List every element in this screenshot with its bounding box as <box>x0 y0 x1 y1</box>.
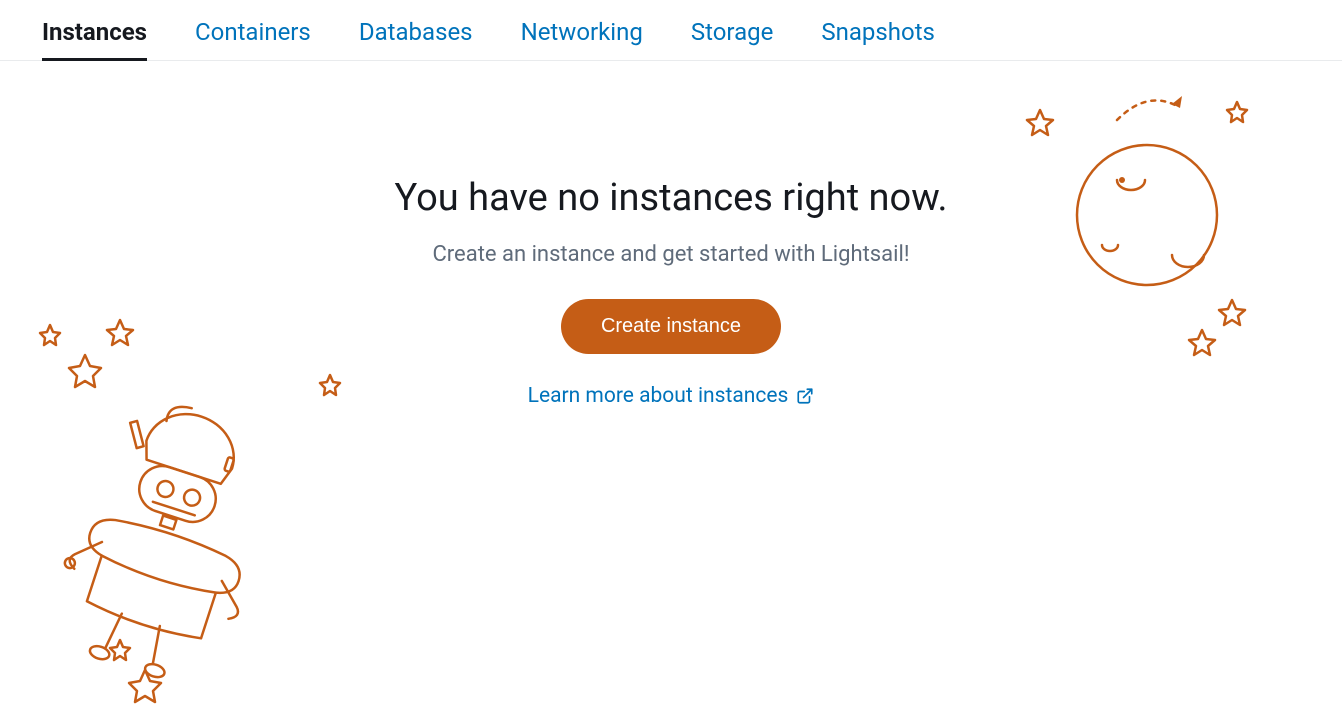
create-instance-button[interactable]: Create instance <box>561 299 781 354</box>
tab-databases[interactable]: Databases <box>359 10 473 60</box>
learn-more-link[interactable]: Learn more about instances <box>528 384 815 408</box>
tab-snapshots[interactable]: Snapshots <box>821 10 935 60</box>
external-link-icon <box>796 387 814 405</box>
tab-networking[interactable]: Networking <box>521 10 643 60</box>
main-tabs: Instances Containers Databases Networkin… <box>0 0 1342 61</box>
tab-storage[interactable]: Storage <box>691 10 773 60</box>
learn-more-label: Learn more about instances <box>528 384 789 408</box>
empty-subtitle: Create an instance and get started with … <box>0 242 1342 267</box>
tab-instances[interactable]: Instances <box>42 10 147 60</box>
empty-state: You have no instances right now. Create … <box>0 176 1342 408</box>
empty-title: You have no instances right now. <box>0 176 1342 220</box>
tab-containers[interactable]: Containers <box>195 10 311 60</box>
